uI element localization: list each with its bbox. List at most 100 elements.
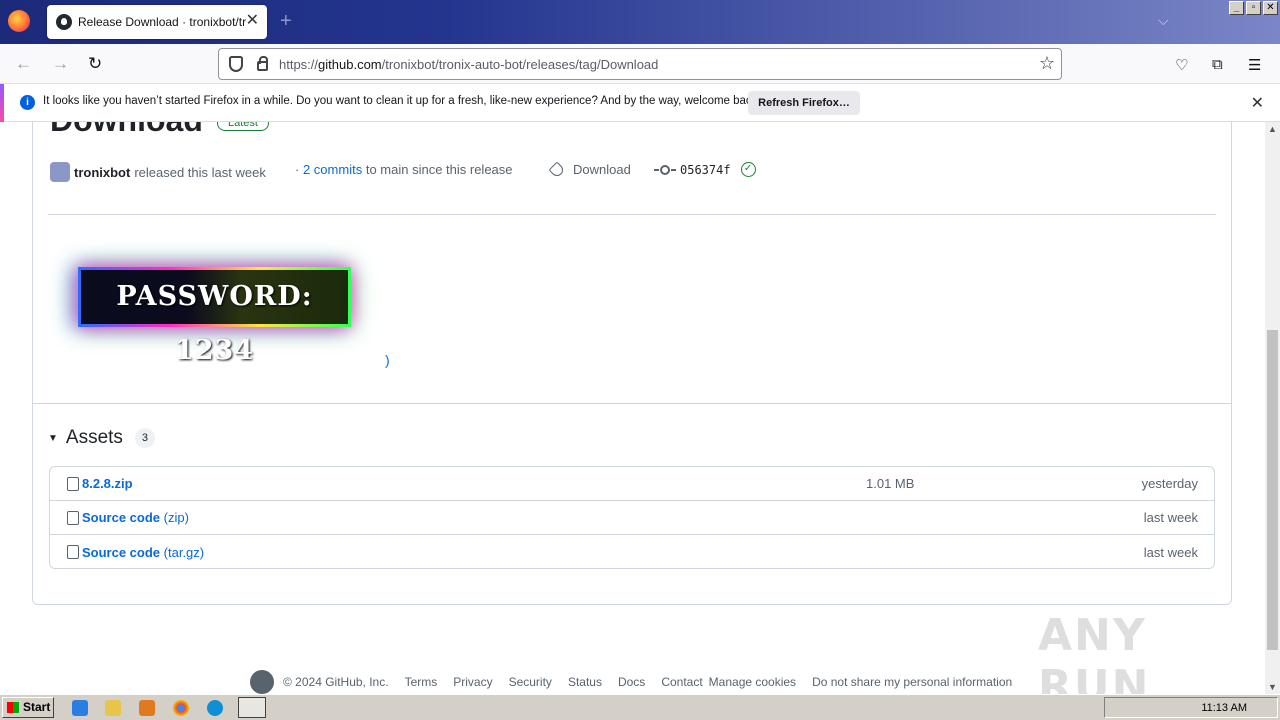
scroll-up-icon[interactable]: ▲ — [1268, 124, 1277, 134]
notification-stripe — [0, 84, 4, 122]
commit-icon — [654, 164, 676, 175]
asset-name[interactable]: Source code — [82, 510, 160, 525]
window-controls: _ ▫ ✕ — [1229, 1, 1278, 15]
hamburger-menu-icon[interactable]: ☰ — [1248, 56, 1261, 74]
extensions-icon[interactable]: ⧉ — [1212, 56, 1223, 73]
divider — [48, 214, 1216, 215]
chrome-icon[interactable] — [173, 700, 189, 716]
url-prefix: https:// — [279, 57, 319, 72]
start-button[interactable]: Start — [2, 697, 54, 718]
file-zip-icon — [67, 511, 79, 525]
tag-name[interactable]: Download — [573, 162, 631, 177]
internet-explorer-icon[interactable] — [72, 700, 88, 716]
verified-check-icon[interactable]: ✓ — [740, 162, 756, 177]
back-icon[interactable]: ← — [15, 54, 32, 74]
taskbar: Start 11:13 AM — [0, 694, 1280, 720]
url-text[interactable]: https://github.com/tronixbot/tronix-auto… — [279, 57, 658, 72]
anyrun-watermark: ANY RUN — [1038, 610, 1151, 694]
footer-link-privacy[interactable]: Privacy — [453, 675, 492, 689]
asset-ext[interactable]: (zip) — [164, 510, 189, 525]
latest-badge: Latest — [217, 122, 269, 131]
footer-link-status[interactable]: Status — [568, 675, 602, 689]
asset-date: last week — [1143, 510, 1198, 525]
close-window-icon[interactable]: ✕ — [1263, 1, 1278, 15]
info-icon: i — [20, 95, 35, 110]
asset-date: yesterday — [1141, 476, 1198, 491]
clock[interactable]: 11:13 AM — [1201, 702, 1247, 714]
forward-icon[interactable]: → — [52, 54, 69, 74]
tab-strip: Release Download · tronixbot/tronix-auto… — [0, 0, 1280, 44]
chevron-down-icon[interactable]: ⌵ — [1158, 12, 1169, 29]
asset-name[interactable]: 8.2.8.zip — [82, 476, 133, 491]
close-notification-icon[interactable]: ✕ — [1251, 93, 1264, 113]
tab-release-download[interactable]: Release Download · tronixbot/tronix-auto… — [47, 5, 267, 39]
notification-message: It looks like you haven’t started Firefo… — [43, 95, 761, 107]
avatar[interactable] — [50, 162, 70, 182]
asset-row: 8.2.8.zip 1.01 MB yesterday — [50, 467, 1214, 501]
footer-link-docs[interactable]: Docs — [618, 675, 645, 689]
file-zip-icon — [67, 545, 79, 559]
footer-link-contact[interactable]: Contact — [661, 675, 702, 689]
asset-size: 1.01 MB — [866, 476, 915, 491]
commit-sha[interactable]: 056374f — [680, 163, 731, 177]
footer-link-do-not-share[interactable]: Do not share my personal information — [812, 675, 1012, 689]
navigation-bar: ← → ↻ https://github.com/tronixbot/troni… — [0, 44, 1280, 84]
tab-title: Release Download · tronixbot/tronix-auto… — [78, 15, 246, 29]
asset-row: Source code (tar.gz) last week — [50, 535, 1214, 569]
asset-ext[interactable]: (tar.gz) — [164, 545, 204, 560]
pocket-icon[interactable]: ♡ — [1175, 56, 1188, 74]
restore-icon[interactable]: ▫ — [1246, 1, 1261, 15]
firefox-menu-icon[interactable] — [8, 10, 30, 32]
divider — [33, 403, 1231, 404]
footer-link-terms[interactable]: Terms — [405, 675, 438, 689]
commits-info: · 2 commits to main since this release — [295, 162, 513, 177]
text-caret: ) — [385, 352, 390, 368]
tag-icon — [548, 161, 566, 178]
password-banner-image: PASSWORD: 1234 — [78, 267, 351, 366]
file-explorer-icon[interactable] — [105, 700, 121, 716]
footer-link-manage-cookies[interactable]: Manage cookies — [709, 675, 796, 689]
new-tab-icon[interactable]: + — [280, 10, 292, 33]
scroll-down-icon[interactable]: ▼ — [1268, 682, 1277, 692]
url-domain: github.com — [318, 57, 382, 72]
asset-link[interactable]: 8.2.8.zip — [82, 476, 133, 491]
release-author: tronixbot released this last week — [50, 162, 266, 182]
tracking-protection-icon[interactable] — [229, 56, 243, 72]
asset-row: Source code (zip) last week — [50, 501, 1214, 535]
page-footer: © 2024 GitHub, Inc. Terms Privacy Securi… — [250, 670, 1028, 694]
author-link[interactable]: tronixbot — [74, 165, 130, 180]
tag-info[interactable]: Download — [548, 161, 631, 178]
assets-label[interactable]: Assets — [66, 427, 123, 449]
asset-link[interactable]: Source code (tar.gz) — [82, 545, 204, 560]
footer-link-security[interactable]: Security — [509, 675, 552, 689]
reload-icon[interactable]: ↻ — [88, 54, 102, 74]
package-icon — [67, 477, 79, 491]
url-bar[interactable]: https://github.com/tronixbot/tronix-auto… — [218, 48, 1062, 80]
asset-date: last week — [1143, 544, 1198, 560]
scrollbar-thumb[interactable] — [1267, 330, 1278, 650]
asset-link[interactable]: Source code (zip) — [82, 510, 189, 525]
assets-header[interactable]: ▼ Assets 3 — [48, 427, 155, 449]
collapse-triangle-icon[interactable]: ▼ — [48, 433, 58, 444]
media-player-icon[interactable] — [139, 700, 155, 716]
github-logo-icon[interactable] — [250, 670, 274, 694]
system-tray: 11:13 AM — [1104, 697, 1278, 718]
github-favicon-icon — [56, 14, 72, 30]
edge-icon[interactable] — [207, 700, 223, 716]
refresh-firefox-button[interactable]: Refresh Firefox… — [748, 91, 860, 115]
page-content: Download Latest tronixbot released this … — [0, 122, 1265, 694]
minimize-icon[interactable]: _ — [1229, 1, 1244, 15]
released-text: released this last week — [134, 164, 266, 180]
commit-info[interactable]: 056374f ✓ — [654, 162, 756, 177]
assets-list: 8.2.8.zip 1.01 MB yesterday Source code … — [49, 466, 1215, 569]
assets-count: 3 — [134, 428, 155, 448]
close-tab-icon[interactable]: ✕ — [246, 13, 259, 29]
firefox-taskbar-button[interactable] — [238, 697, 266, 718]
commits-prefix: · — [295, 162, 300, 177]
bookmark-star-icon[interactable]: ☆ — [1039, 53, 1055, 74]
page-scrollbar[interactable]: ▲ ▼ — [1265, 122, 1280, 694]
footer-copyright: © 2024 GitHub, Inc. — [283, 675, 389, 689]
lock-icon[interactable] — [257, 56, 268, 71]
commits-link[interactable]: 2 commits — [303, 162, 362, 177]
asset-name[interactable]: Source code — [82, 545, 160, 560]
